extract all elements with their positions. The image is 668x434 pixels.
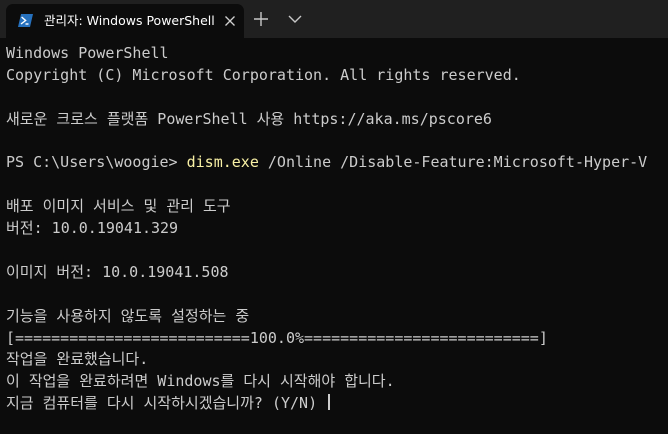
- terminal-line: 기능을 사용하지 않도록 설정하는 중: [6, 306, 250, 325]
- close-icon[interactable]: [222, 13, 238, 29]
- input-prompt-line: 지금 컴퓨터를 다시 시작하시겠습니까? (Y/N): [6, 393, 662, 415]
- progress-bar-text: [==========================100.0%=======…: [6, 328, 548, 347]
- restart-prompt: 지금 컴퓨터를 다시 시작하시겠습니까? (Y/N): [6, 394, 327, 413]
- new-tab-plus-icon[interactable]: [252, 10, 270, 28]
- tab-title: 관리자: Windows PowerShell: [44, 13, 215, 28]
- command-args: /Online /Disable-Feature:Microsoft-Hyper…: [258, 153, 648, 172]
- terminal-line: 이미지 버전: 10.0.19041.508: [6, 262, 229, 281]
- terminal-window: 관리자: Windows PowerShell Windows PowerShe…: [0, 0, 668, 434]
- chevron-down-icon[interactable]: [287, 13, 303, 25]
- terminal-line: 이 작업을 완료하려면 Windows를 다시 시작해야 합니다.: [6, 372, 395, 391]
- terminal-line: 버전: 10.0.19041.329: [6, 219, 179, 238]
- text-cursor: [328, 394, 330, 411]
- prompt-text: PS C:\Users\woogie>: [6, 153, 187, 172]
- terminal-line: Windows PowerShell: [6, 44, 169, 62]
- terminal-line: 새로운 크로스 플랫폼 PowerShell 사용 https://aka.ms…: [6, 109, 492, 128]
- terminal-line: 작업을 완료했습니다.: [6, 350, 149, 369]
- tab-powershell-admin[interactable]: 관리자: Windows PowerShell: [6, 4, 244, 38]
- terminal-line: Copyright (C) Microsoft Corporation. All…: [6, 65, 521, 84]
- terminal-line: 배포 이미지 서비스 및 관리 도구: [6, 197, 231, 216]
- terminal-output[interactable]: Windows PowerShell Copyright (C) Microsof…: [6, 43, 662, 431]
- command-line: PS C:\Users\woogie> dism.exe /Online /Di…: [6, 152, 662, 174]
- powershell-icon: [18, 14, 33, 27]
- tab-strip: 관리자: Windows PowerShell: [0, 0, 668, 38]
- command-text: dism.exe: [186, 153, 259, 172]
